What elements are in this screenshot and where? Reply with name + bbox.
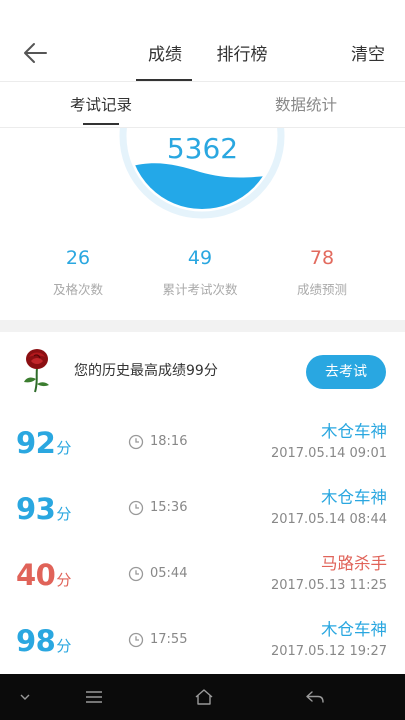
record-title: 木仓车神	[321, 422, 387, 441]
stat-label: 及格次数	[52, 282, 103, 297]
clock-icon	[128, 566, 144, 582]
menu-icon	[86, 691, 102, 703]
record-date: 2017.05.14 08:44	[270, 512, 387, 527]
rose-icon	[24, 349, 49, 393]
tab-scores[interactable]: 成绩	[140, 22, 190, 82]
system-nav-bar	[0, 674, 405, 720]
stat-pass-count: 26 及格次数	[18, 246, 138, 298]
stat-label: 成绩预测	[296, 282, 347, 297]
record-duration: 15:36	[150, 500, 188, 515]
chevron-down-icon	[20, 694, 30, 700]
subtab-statistics[interactable]: 数据统计	[260, 82, 352, 128]
score-value: 40	[16, 558, 56, 592]
top-header: 成绩 排行榜 清空	[0, 22, 405, 82]
score-value: 93	[16, 492, 56, 526]
record-score: 98分	[16, 624, 71, 658]
score-value: 98	[16, 624, 56, 658]
record-duration: 05:44	[150, 566, 188, 581]
clock-icon	[128, 632, 144, 648]
back-button[interactable]	[18, 36, 52, 70]
home-icon	[195, 689, 213, 705]
stat-value: 26	[65, 247, 91, 269]
stat-value: 78	[309, 247, 335, 269]
nav-menu-button[interactable]	[76, 674, 112, 720]
tab-leaderboard[interactable]: 排行榜	[212, 22, 272, 82]
record-score: 40分	[16, 558, 71, 592]
status-bar	[0, 0, 405, 22]
arrow-left-icon	[24, 43, 47, 63]
gauge-value: 5362	[166, 132, 239, 165]
clear-button[interactable]: 清空	[351, 22, 385, 88]
take-exam-button[interactable]: 去考试	[306, 355, 386, 389]
score-value: 92	[16, 426, 56, 460]
list-item[interactable]: 40分 05:44 马路杀手 2017.05.13 11:25	[0, 542, 405, 610]
nav-back-button[interactable]	[296, 674, 334, 720]
stat-total-exams: 49 累计考试次数	[140, 246, 260, 298]
best-score-text: 您的历史最高成绩99分	[74, 363, 218, 379]
tab-active-indicator	[136, 79, 192, 81]
score-unit: 分	[56, 637, 71, 655]
stat-score-prediction: 78 成绩预测	[262, 246, 382, 298]
score-unit: 分	[56, 571, 71, 589]
record-title: 马路杀手	[321, 554, 387, 573]
stat-value: 49	[187, 247, 213, 269]
record-score: 93分	[16, 492, 71, 526]
record-date: 2017.05.13 11:25	[270, 578, 387, 593]
record-duration: 17:55	[150, 632, 188, 647]
clock-icon	[128, 434, 144, 450]
sub-tabs: 考试记录 数据统计	[0, 82, 405, 128]
nav-collapse-button[interactable]	[10, 674, 40, 720]
list-item[interactable]: 98分 17:55 木仓车神 2017.05.12 19:27	[0, 608, 405, 676]
clock-icon	[128, 500, 144, 516]
subtab-active-indicator	[83, 123, 119, 125]
back-icon	[306, 691, 324, 703]
score-unit: 分	[56, 439, 71, 457]
record-duration: 18:16	[150, 434, 188, 449]
stat-label: 累计考试次数	[162, 282, 238, 297]
score-unit: 分	[56, 505, 71, 523]
nav-home-button[interactable]	[185, 674, 223, 720]
list-item[interactable]: 93分 15:36 木仓车神 2017.05.14 08:44	[0, 476, 405, 544]
record-date: 2017.05.12 19:27	[270, 644, 387, 659]
best-score-row: 您的历史最高成绩99分 去考试	[0, 332, 405, 406]
record-title: 木仓车神	[321, 620, 387, 639]
subtab-exam-records[interactable]: 考试记录	[60, 82, 142, 128]
section-divider	[0, 320, 405, 332]
record-title: 木仓车神	[321, 488, 387, 507]
list-item[interactable]: 92分 18:16 木仓车神 2017.05.14 09:01	[0, 410, 405, 478]
record-date: 2017.05.14 09:01	[270, 446, 387, 461]
stats-card: 5362 26 及格次数 49 累计考试次数 78 成绩预测	[0, 128, 405, 320]
record-score: 92分	[16, 426, 71, 460]
